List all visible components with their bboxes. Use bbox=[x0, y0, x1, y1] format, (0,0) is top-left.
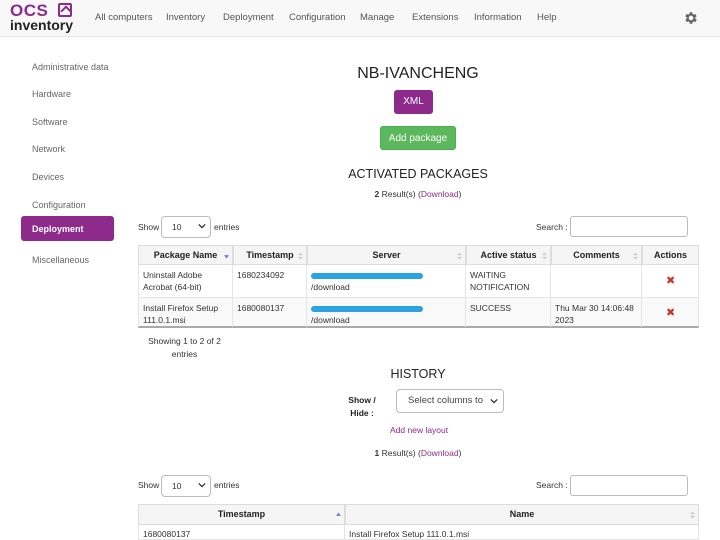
activated-packages-title: ACTIVATED PACKAGES bbox=[348, 167, 488, 181]
logo-mark-icon bbox=[58, 3, 72, 17]
sidebar-item-miscellaneous[interactable]: Miscellaneous bbox=[21, 248, 114, 273]
cell-history-name: Install Firefox Setup 111.0.1.msi bbox=[345, 525, 699, 540]
server-suffix: /download bbox=[311, 315, 350, 325]
activated-results-count: 2 Result(s) (Download) bbox=[318, 189, 518, 199]
server-suffix: /download bbox=[311, 282, 350, 292]
sidebar-item-hardware[interactable]: Hardware bbox=[21, 82, 114, 107]
cell-server: /download bbox=[307, 298, 466, 328]
page-title: NB-IVANCHENG bbox=[357, 65, 479, 82]
cell-package-name: Uninstall Adobe Acrobat (64-bit) bbox=[138, 265, 233, 298]
chevron-down-icon bbox=[198, 223, 206, 229]
cell-history-timestamp: 1680080137 bbox=[138, 525, 345, 540]
activated-result-suffix: Result(s) ( bbox=[379, 189, 421, 199]
col-active-status[interactable]: Active status bbox=[466, 245, 551, 265]
col-timestamp[interactable]: Timestamp bbox=[233, 245, 307, 265]
col-history-timestamp-label: Timestamp bbox=[217, 509, 266, 519]
cell-comments: Thu Mar 30 14:06:48 2023 bbox=[551, 298, 642, 328]
cell-comments bbox=[551, 265, 642, 298]
columns-select[interactable]: Select columns to bbox=[396, 389, 504, 413]
history-title: HISTORY bbox=[390, 367, 446, 381]
history-result-close: ) bbox=[458, 448, 462, 458]
add-package-button[interactable]: Add package bbox=[380, 126, 456, 150]
activated-search-label: Search : bbox=[536, 222, 568, 232]
cell-status: SUCCESS bbox=[466, 298, 551, 328]
cell-actions: ✖ bbox=[642, 265, 699, 298]
activated-show-label: Show bbox=[138, 222, 160, 232]
xml-button[interactable]: XML bbox=[394, 90, 433, 114]
col-comments-label: Comments bbox=[573, 250, 620, 260]
activated-showing-info: Showing 1 to 2 of 2 entries bbox=[148, 336, 221, 359]
nav-configuration[interactable]: Configuration bbox=[289, 12, 346, 23]
sidebar-item-deployment[interactable]: Deployment bbox=[21, 216, 114, 241]
nav-manage[interactable]: Manage bbox=[360, 12, 394, 23]
columns-select-placeholder: Select columns to bbox=[408, 395, 483, 406]
history-show-label: Show bbox=[138, 480, 160, 490]
redacted-server bbox=[311, 272, 423, 279]
sort-desc-icon bbox=[224, 255, 229, 259]
nav-all-computers[interactable]: All computers bbox=[95, 12, 153, 23]
nav-inventory[interactable]: Inventory bbox=[166, 12, 205, 23]
col-server-label: Server bbox=[372, 250, 401, 260]
history-result-suffix: Result(s) ( bbox=[379, 448, 421, 458]
sidebar-item-administrative-data[interactable]: Administrative data bbox=[21, 55, 114, 80]
col-actions: Actions bbox=[642, 245, 699, 265]
history-results-count: 1 Result(s) (Download) bbox=[318, 448, 518, 458]
col-timestamp-label: Timestamp bbox=[246, 250, 294, 260]
chevron-down-icon bbox=[490, 397, 498, 405]
activated-page-size-select[interactable]: 10 bbox=[161, 216, 211, 238]
cell-package-name: Install Firefox Setup 111.0.1.msi bbox=[138, 298, 233, 328]
top-navbar: OCS inventory All computers Inventory De… bbox=[0, 0, 720, 37]
delete-icon[interactable]: ✖ bbox=[666, 307, 675, 319]
cell-status: WAITING NOTIFICATION bbox=[466, 265, 551, 298]
activated-search-input[interactable] bbox=[570, 216, 688, 237]
sort-icon bbox=[633, 252, 638, 260]
nav-information[interactable]: Information bbox=[474, 12, 522, 23]
delete-icon[interactable]: ✖ bbox=[666, 275, 675, 287]
nav-help[interactable]: Help bbox=[537, 12, 557, 23]
activated-result-close: ) bbox=[458, 189, 462, 199]
nav-extensions[interactable]: Extensions bbox=[412, 12, 458, 23]
chevron-down-icon bbox=[198, 482, 206, 488]
history-page-size-select[interactable]: 10 bbox=[161, 475, 211, 497]
col-history-name-label: Name bbox=[509, 509, 535, 519]
col-actions-label: Actions bbox=[653, 250, 687, 260]
sort-asc-icon bbox=[336, 512, 341, 516]
activated-download-link[interactable]: Download bbox=[421, 189, 459, 199]
nav-deployment[interactable]: Deployment bbox=[223, 12, 274, 23]
sidebar-item-software[interactable]: Software bbox=[21, 110, 114, 135]
logo-text-bottom: inventory bbox=[10, 17, 74, 33]
activated-page-size-value: 10 bbox=[172, 222, 182, 232]
sort-icon bbox=[690, 511, 695, 519]
sidebar-item-network[interactable]: Network bbox=[21, 137, 114, 162]
cell-timestamp: 1680234092 bbox=[233, 265, 307, 298]
sort-icon bbox=[542, 252, 547, 260]
history-entries-label: entries bbox=[214, 480, 240, 490]
col-server[interactable]: Server bbox=[307, 245, 466, 265]
gear-icon[interactable] bbox=[683, 10, 699, 26]
col-history-name[interactable]: Name bbox=[345, 504, 699, 525]
cell-actions: ✖ bbox=[642, 298, 699, 328]
sidebar-item-configuration[interactable]: Configuration bbox=[21, 193, 114, 218]
add-new-layout-link[interactable]: Add new layout bbox=[390, 425, 448, 435]
redacted-server bbox=[311, 305, 423, 312]
sort-icon bbox=[298, 252, 303, 260]
history-search-input[interactable] bbox=[570, 475, 688, 496]
history-download-link[interactable]: Download bbox=[421, 448, 459, 458]
cell-server: /download bbox=[307, 265, 466, 298]
history-search-label: Search : bbox=[536, 480, 568, 490]
col-package-name[interactable]: Package Name bbox=[138, 245, 233, 265]
sort-icon bbox=[457, 252, 462, 260]
col-comments[interactable]: Comments bbox=[551, 245, 642, 265]
history-page-size-value: 10 bbox=[172, 481, 182, 491]
sidebar-item-devices[interactable]: Devices bbox=[21, 165, 114, 190]
cell-timestamp: 1680080137 bbox=[233, 298, 307, 328]
col-package-name-label: Package Name bbox=[153, 250, 218, 260]
ocs-logo[interactable]: OCS inventory bbox=[10, 1, 74, 33]
col-active-status-label: Active status bbox=[480, 250, 537, 260]
col-history-timestamp[interactable]: Timestamp bbox=[138, 504, 345, 525]
activated-entries-label: entries bbox=[214, 222, 240, 232]
show-hide-label: Show / Hide : bbox=[348, 395, 376, 418]
